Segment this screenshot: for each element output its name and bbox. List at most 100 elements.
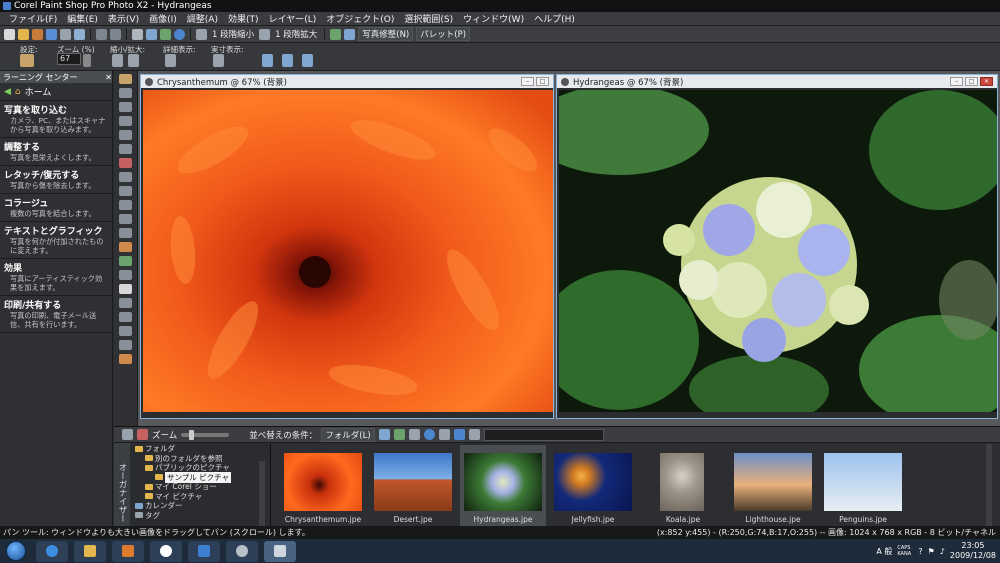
organizer-search-input[interactable]	[483, 428, 604, 441]
back-arrow-icon[interactable]: ◀	[4, 87, 11, 97]
zoom-input[interactable]: 67	[57, 53, 81, 65]
pick-tool-icon[interactable]	[119, 88, 132, 98]
dropper-tool-icon[interactable]	[119, 116, 132, 126]
red-eye-tool-icon[interactable]	[119, 158, 132, 168]
menu-adjust[interactable]: 調整(A)	[182, 12, 223, 25]
menu-window[interactable]: ウィンドウ(W)	[458, 12, 529, 25]
info-icon[interactable]	[423, 429, 435, 440]
text-tool-icon[interactable]	[119, 298, 132, 308]
selection-tool-icon[interactable]	[119, 102, 132, 112]
crop-tool-icon[interactable]	[119, 130, 132, 140]
paint-brush-icon[interactable]	[119, 214, 132, 224]
menu-effects[interactable]: 効果(T)	[223, 12, 264, 25]
photo-fix-menu[interactable]: 写真修整(N)	[358, 27, 414, 41]
warp-brush-icon[interactable]	[119, 340, 132, 350]
airbrush-icon[interactable]	[119, 228, 132, 238]
palette-menu[interactable]: パレット(P)	[416, 27, 471, 41]
info-icon[interactable]	[174, 28, 185, 40]
panel-close-icon[interactable]: ✕	[105, 73, 112, 82]
thumbnail-action-icon[interactable]	[378, 429, 390, 440]
share-icon[interactable]	[453, 429, 465, 440]
thumbnail-zoom-slider[interactable]	[181, 429, 230, 440]
lighten-darken-icon[interactable]	[119, 242, 132, 252]
email-icon[interactable]	[74, 28, 85, 40]
makeover-icon[interactable]	[344, 28, 356, 40]
save-icon[interactable]	[46, 28, 57, 40]
open-folder-icon[interactable]	[18, 28, 29, 40]
taskbar-media-player[interactable]	[112, 540, 144, 562]
delete-icon[interactable]	[137, 429, 148, 440]
image-window-titlebar[interactable]: Hydrangeas @ 67% (背景) – □ ✕	[557, 75, 997, 88]
zoom-spinner[interactable]	[83, 54, 91, 67]
pan-tool-icon[interactable]	[119, 74, 132, 84]
learn-section-print-share[interactable]: 印刷/共有する 写真の印刷、電子メール送信、共有を行います。	[0, 296, 112, 333]
zoom-out-label[interactable]: 1 段階縮小	[212, 28, 254, 40]
dodge-icon[interactable]	[119, 256, 132, 266]
image-window-chrysanthemum[interactable]: Chrysanthemum @ 67% (背景) – □	[140, 74, 554, 419]
speaker-icon[interactable]: ♪	[940, 547, 945, 556]
menu-selections[interactable]: 選択範囲(S)	[399, 12, 458, 25]
learn-section-effects[interactable]: 効果 写真にアーティスティック効果を加えます。	[0, 259, 112, 296]
email-icon[interactable]	[438, 429, 450, 440]
learn-section-import[interactable]: 写真を取り込む カメラ、PC、またはスキャナから写真を取り込みます。	[0, 101, 112, 138]
undo-icon[interactable]	[96, 28, 107, 40]
detail-view-icon[interactable]	[165, 54, 176, 67]
print-icon[interactable]	[60, 28, 71, 40]
taskbar-ie[interactable]	[36, 540, 68, 562]
makeover-tool-icon[interactable]	[119, 172, 132, 182]
learning-home[interactable]: ◀ ⌂ ホーム	[0, 83, 112, 101]
fit-screen-icon[interactable]	[302, 54, 313, 67]
print-icon[interactable]	[408, 429, 420, 440]
image-window-hydrangeas[interactable]: Hydrangeas @ 67% (背景) – □ ✕	[556, 74, 998, 419]
maximize-icon[interactable]: □	[965, 77, 978, 86]
learn-section-collage[interactable]: コラージュ 複数の写真を結合します。	[0, 194, 112, 222]
taskbar-paint-shop-pro[interactable]	[264, 540, 296, 562]
scratch-remover-icon[interactable]	[119, 200, 132, 210]
tag-icon[interactable]	[468, 429, 480, 440]
zoom-in-label[interactable]: 1 段階拡大	[275, 28, 317, 40]
copy-icon[interactable]	[132, 28, 143, 40]
image-window-titlebar[interactable]: Chrysanthemum @ 67% (背景) – □	[141, 75, 553, 88]
menu-view[interactable]: 表示(V)	[103, 12, 144, 25]
minimize-icon[interactable]: –	[521, 77, 534, 86]
clock[interactable]: 23:05 2009/12/08	[950, 541, 996, 561]
redo-icon[interactable]	[110, 28, 121, 40]
menu-layers[interactable]: レイヤー(L)	[264, 12, 322, 25]
taskbar-app[interactable]	[188, 540, 220, 562]
new-file-icon[interactable]	[4, 28, 15, 40]
browse-icon[interactable]	[32, 28, 43, 40]
fix-photo-icon[interactable]	[393, 429, 405, 440]
learn-section-adjust[interactable]: 調整する 写真を見栄えよくします。	[0, 138, 112, 166]
taskbar-app[interactable]	[226, 540, 258, 562]
close-icon[interactable]: ✕	[980, 77, 993, 86]
menu-objects[interactable]: オブジェクト(O)	[321, 12, 399, 25]
help-icon[interactable]: ?	[918, 547, 922, 556]
actual-size-icon[interactable]	[213, 54, 224, 67]
straighten-tool-icon[interactable]	[119, 144, 132, 154]
menu-edit[interactable]: 編集(E)	[62, 12, 103, 25]
zoom-plus-icon[interactable]	[128, 54, 139, 67]
flag-icon[interactable]: ⚑	[928, 547, 935, 556]
menu-file[interactable]: ファイル(F)	[4, 12, 62, 25]
zoom-out-icon[interactable]	[196, 28, 207, 40]
taskbar-hp[interactable]	[150, 540, 182, 562]
eraser-icon[interactable]	[119, 270, 132, 280]
zoom-in-icon[interactable]	[259, 28, 271, 40]
maximize-icon[interactable]: □	[536, 77, 549, 86]
picture-tube-icon[interactable]	[119, 354, 132, 364]
photo-icon[interactable]	[160, 28, 171, 40]
fit-window-icon[interactable]	[262, 54, 273, 67]
one-step-fix-icon[interactable]	[330, 28, 342, 40]
minimize-icon[interactable]: –	[950, 77, 963, 86]
taskbar-explorer[interactable]	[74, 540, 106, 562]
home-label[interactable]: ホーム	[25, 85, 52, 98]
learn-section-text-graphics[interactable]: テキストとグラフィック 写真を何かが付加されたものに変えます。	[0, 222, 112, 259]
preset-shape-icon[interactable]	[119, 312, 132, 322]
flood-fill-icon[interactable]	[119, 284, 132, 294]
pan-tool-icon[interactable]	[20, 54, 34, 67]
fit-image-icon[interactable]	[282, 54, 293, 67]
sort-dropdown[interactable]: フォルダ(L)	[321, 427, 375, 442]
menu-image[interactable]: 画像(I)	[144, 12, 182, 25]
paste-icon[interactable]	[146, 28, 157, 40]
menu-help[interactable]: ヘルプ(H)	[529, 12, 580, 25]
